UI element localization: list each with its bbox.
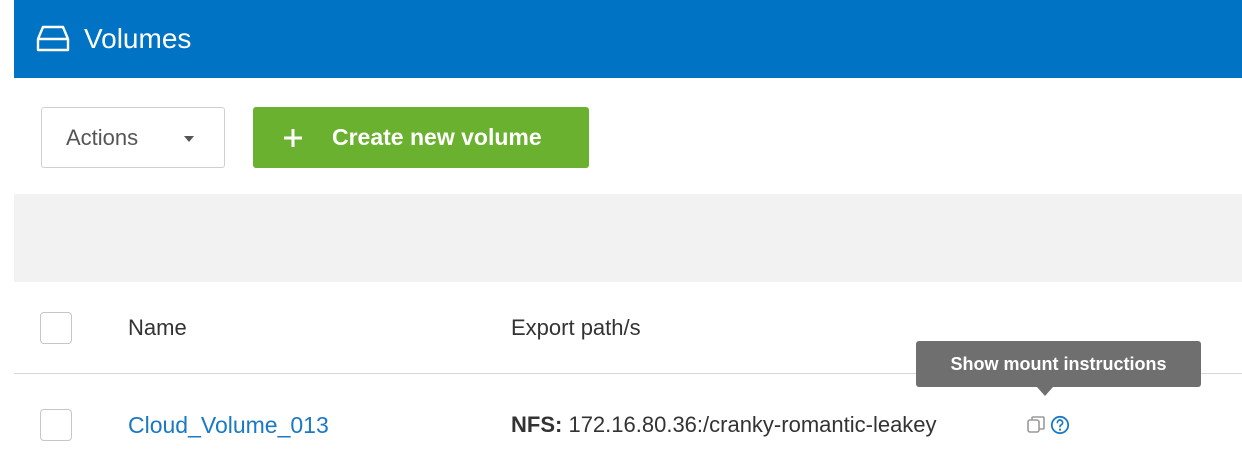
- create-new-volume-button[interactable]: Create new volume: [253, 107, 589, 168]
- row-checkbox[interactable]: [40, 409, 72, 441]
- volume-name-link[interactable]: Cloud_Volume_013: [128, 410, 329, 440]
- export-path: NFS: 172.16.80.36:/cranky-romantic-leake…: [511, 410, 937, 440]
- copy-icon[interactable]: [1026, 415, 1046, 435]
- actions-dropdown[interactable]: Actions: [41, 107, 225, 168]
- create-new-volume-label: Create new volume: [332, 124, 542, 150]
- help-icon[interactable]: [1050, 415, 1070, 435]
- toolbar: Actions Create new volume: [14, 78, 1242, 194]
- select-all-checkbox[interactable]: [40, 312, 72, 344]
- filter-area: [14, 194, 1242, 282]
- tooltip-arrow: [1037, 387, 1053, 396]
- drive-icon: [36, 25, 70, 52]
- mount-instructions-tooltip: Show mount instructions: [916, 341, 1201, 387]
- export-path-value: 172.16.80.36:/cranky-romantic-leakey: [568, 412, 937, 437]
- column-header-export-path: Export path/s: [511, 315, 641, 340]
- column-header-name: Name: [128, 315, 187, 340]
- volumes-header: Volumes: [14, 0, 1242, 78]
- tooltip-text: Show mount instructions: [950, 354, 1167, 374]
- plus-icon: [284, 129, 302, 147]
- caret-down-icon: [184, 136, 194, 142]
- export-protocol: NFS:: [511, 412, 563, 437]
- page-title: Volumes: [84, 23, 192, 54]
- table-row: Cloud_Volume_013 NFS: 172.16.80.36:/cran…: [14, 374, 1242, 472]
- actions-label: Actions: [66, 125, 139, 150]
